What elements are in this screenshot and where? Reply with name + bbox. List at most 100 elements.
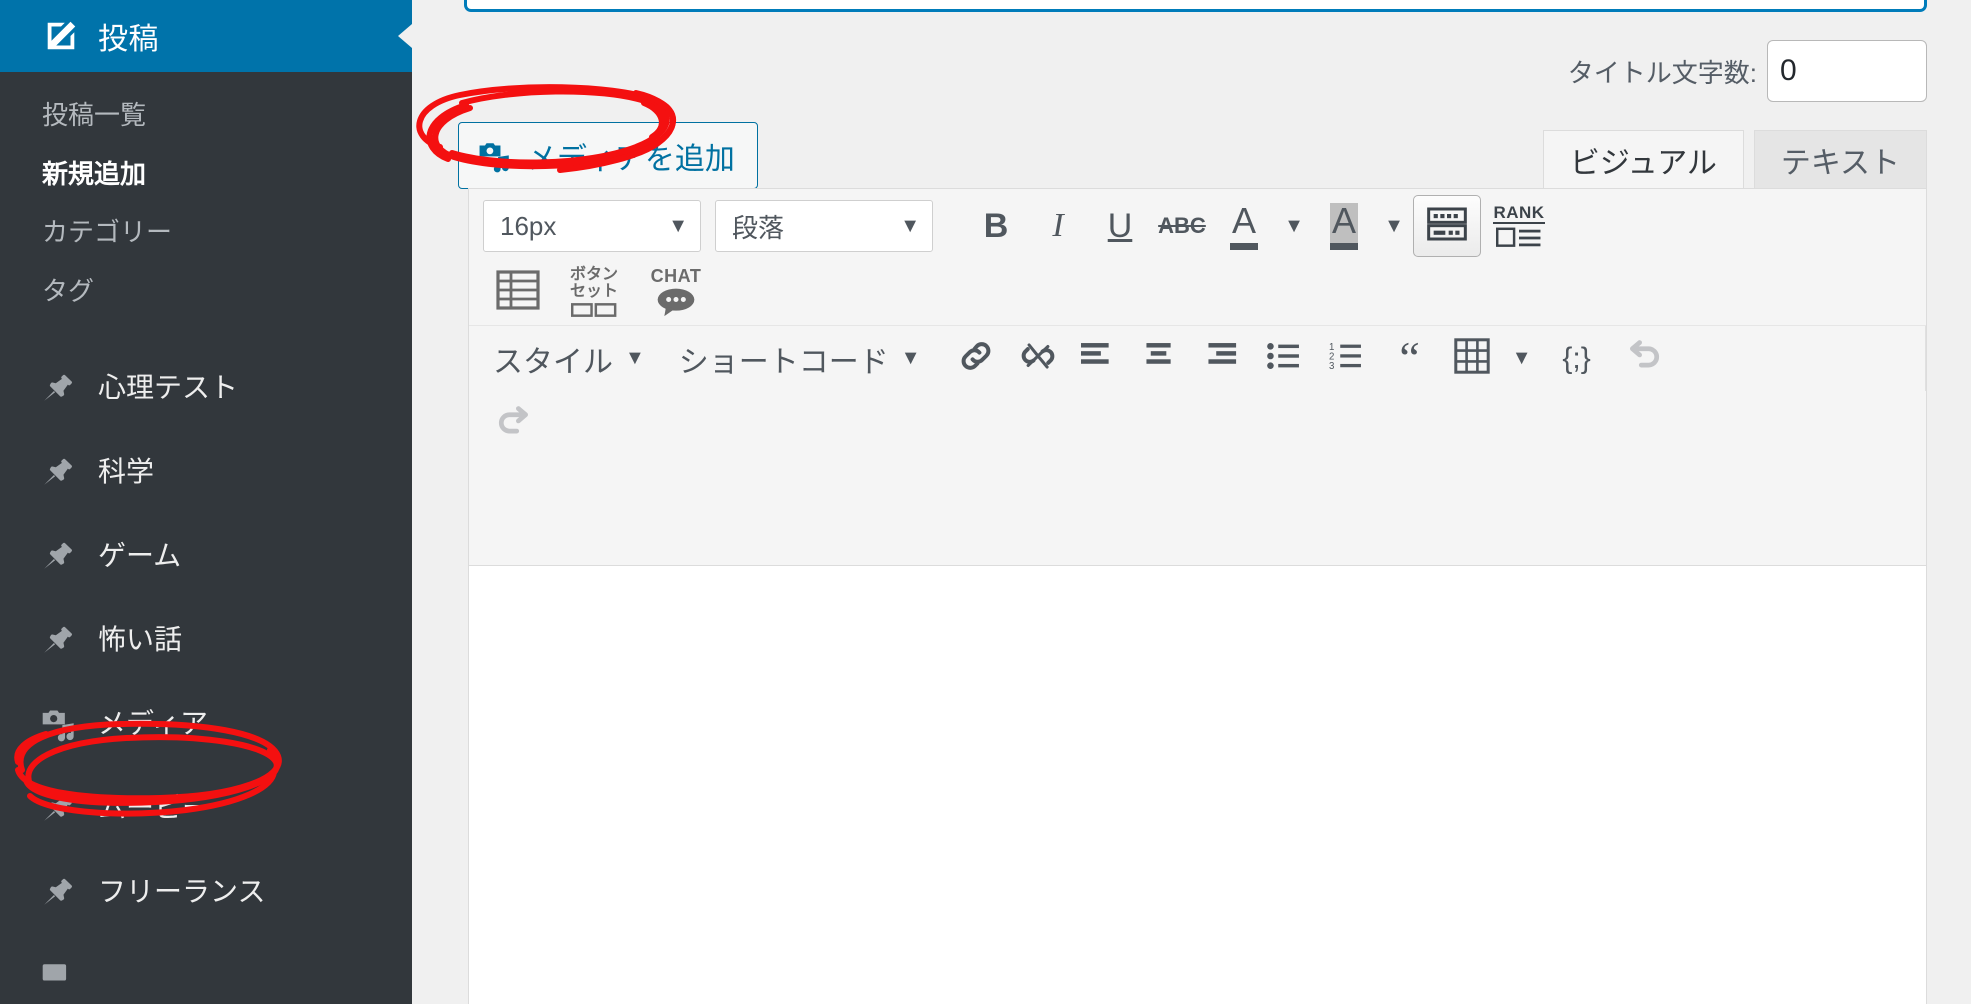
align-center-button[interactable] <box>1131 329 1193 389</box>
bullet-list-button[interactable] <box>1255 329 1317 389</box>
blockquote-button[interactable]: “ <box>1379 329 1441 389</box>
admin-sidebar: 投稿 投稿一覧 新規追加 カテゴリー タグ 心理テスト 科学 ゲーム 怖い話 メ… <box>0 0 412 1004</box>
strikethrough-button[interactable]: ABC <box>1151 196 1213 256</box>
pin-icon <box>40 368 86 408</box>
pin-icon <box>40 788 86 828</box>
sidebar-item-label: フリーランス <box>98 876 266 907</box>
italic-button[interactable]: I <box>1027 196 1089 256</box>
sidebar-item-tags[interactable]: タグ <box>0 262 412 321</box>
pin-icon <box>40 872 86 912</box>
post-edit-icon <box>42 17 86 55</box>
align-left-icon <box>1080 341 1119 376</box>
insert-table-button[interactable] <box>483 262 553 322</box>
table-grid-icon <box>1453 338 1490 379</box>
post-editor: 16px ▼ 段落 ▼ B I U ABC A ▼ A ▼ RANK ボタン セ… <box>468 188 1927 1004</box>
style-menu-button[interactable]: スタイル ▼ <box>483 337 655 381</box>
add-media-button-label: メディアを追加 <box>527 142 735 176</box>
paragraph-format-value: 段落 <box>732 212 785 243</box>
shortcode-menu-button[interactable]: ショートコード ▼ <box>669 337 931 381</box>
sidebar-item-categories[interactable]: カテゴリー <box>0 203 412 262</box>
post-title-input[interactable] <box>464 0 1927 12</box>
insert-link-button[interactable] <box>945 329 1007 389</box>
sidebar-item-label: 怖い話 <box>98 624 183 655</box>
numbered-list-icon: 1 2 3 <box>1329 341 1367 376</box>
align-left-button[interactable] <box>1069 329 1131 389</box>
chat-button[interactable]: CHAT <box>635 262 717 322</box>
title-char-count-input[interactable] <box>1767 40 1927 102</box>
text-color-dropdown-caret[interactable]: ▼ <box>1275 196 1313 256</box>
rank-button[interactable]: RANK <box>1481 196 1557 256</box>
paragraph-format-select[interactable]: 段落 ▼ <box>715 200 933 252</box>
toolbar-toggle-button[interactable] <box>1413 195 1481 257</box>
chevron-down-icon: ▼ <box>900 347 921 369</box>
sidebar-item-science[interactable]: 科学 <box>0 430 412 514</box>
sidebar-item-label: ゲーム <box>98 540 182 571</box>
link-icon <box>957 337 995 380</box>
bold-button[interactable]: B <box>965 196 1027 256</box>
redo-button[interactable] <box>483 394 545 454</box>
button-set-icon: ボタン セット <box>569 265 618 318</box>
chat-label: CHAT <box>650 266 702 287</box>
font-size-select[interactable]: 16px ▼ <box>483 200 701 252</box>
editor-toolbar: 16px ▼ 段落 ▼ B I U ABC A ▼ A ▼ RANK ボタン セ… <box>469 189 1926 457</box>
align-right-icon <box>1205 341 1243 376</box>
highlight-color-button[interactable]: A <box>1313 196 1375 256</box>
pin-icon <box>40 536 86 576</box>
editor-content-area[interactable] <box>469 565 1926 1004</box>
pin-icon <box>40 620 86 660</box>
tab-text[interactable]: テキスト <box>1753 130 1927 188</box>
source-code-button[interactable]: {;} <box>1541 329 1613 389</box>
media-icon <box>477 139 511 173</box>
sidebar-item-game[interactable]: ゲーム <box>0 514 412 598</box>
add-media-button[interactable]: メディアを追加 <box>458 122 758 189</box>
underline-button[interactable]: U <box>1089 196 1151 256</box>
rank-label: RANK <box>1493 203 1545 225</box>
sidebar-item-label: ムービー <box>98 792 211 823</box>
tab-visual[interactable]: ビジュアル <box>1542 130 1744 188</box>
toolbar-right-divider <box>1925 326 1926 391</box>
insert-table-grid-button[interactable] <box>1441 329 1503 389</box>
sidebar-item-freelance[interactable]: フリーランス <box>0 850 412 934</box>
undo-button[interactable] <box>1613 329 1675 389</box>
align-right-button[interactable] <box>1193 329 1255 389</box>
title-char-count-label: タイトル文字数: <box>1567 57 1757 88</box>
highlight-color-letter-a: A <box>1329 202 1358 250</box>
table-icon <box>496 268 540 317</box>
bullet-list-icon <box>1266 341 1305 376</box>
sidebar-item-media[interactable]: メディア <box>0 682 412 766</box>
text-color-letter-a: A <box>1229 202 1258 250</box>
highlight-color-dropdown-caret[interactable]: ▼ <box>1375 196 1413 256</box>
sidebar-item-label: 科学 <box>98 456 155 487</box>
toolbar-toggle-icon <box>1427 207 1467 246</box>
toolbar-row-1: 16px ▼ 段落 ▼ B I U ABC A ▼ A ▼ RANK <box>469 193 1926 259</box>
sidebar-item-psych-test[interactable]: 心理テスト <box>0 346 412 430</box>
screen-root: 投稿 投稿一覧 新規追加 カテゴリー タグ 心理テスト 科学 ゲーム 怖い話 メ… <box>0 0 1971 1004</box>
button-set-label-line1: ボタン <box>569 265 618 283</box>
sidebar-item-post-list[interactable]: 投稿一覧 <box>0 86 412 145</box>
title-char-count: タイトル文字数: <box>1568 40 1927 102</box>
redo-icon <box>494 405 534 444</box>
sidebar-active-arrow <box>384 0 412 72</box>
button-set-button[interactable]: ボタン セット <box>553 262 635 322</box>
remove-link-button[interactable] <box>1007 329 1069 389</box>
sidebar-item-add-new[interactable]: 新規追加 <box>0 145 412 204</box>
editor-mode-tabs: ビジュアル テキスト <box>1542 130 1927 188</box>
sidebar-item-label: メディア <box>98 708 209 739</box>
sidebar-submenu-posts: 投稿一覧 新規追加 カテゴリー タグ <box>0 72 412 342</box>
quote-icon: “ <box>1399 332 1420 384</box>
table-dropdown-caret[interactable]: ▼ <box>1503 329 1541 389</box>
shortcode-menu-label: ショートコード <box>678 345 889 379</box>
align-center-icon <box>1143 341 1181 376</box>
media-icon <box>40 956 86 996</box>
svg-text:3: 3 <box>1329 361 1334 371</box>
sidebar-item-scary-story[interactable]: 怖い話 <box>0 598 412 682</box>
toolbar-row-4 <box>469 391 1926 457</box>
sidebar-header-posts[interactable]: 投稿 <box>0 0 412 72</box>
sidebar-item-movie[interactable]: ムービー <box>0 766 412 850</box>
numbered-list-button[interactable]: 1 2 3 <box>1317 329 1379 389</box>
font-size-value: 16px <box>500 210 557 241</box>
sidebar-item-label: 心理テスト <box>98 372 239 403</box>
source-code-icon: {;} <box>1562 341 1591 375</box>
sidebar-item-partial-bottom[interactable] <box>0 934 412 1004</box>
text-color-button[interactable]: A <box>1213 196 1275 256</box>
